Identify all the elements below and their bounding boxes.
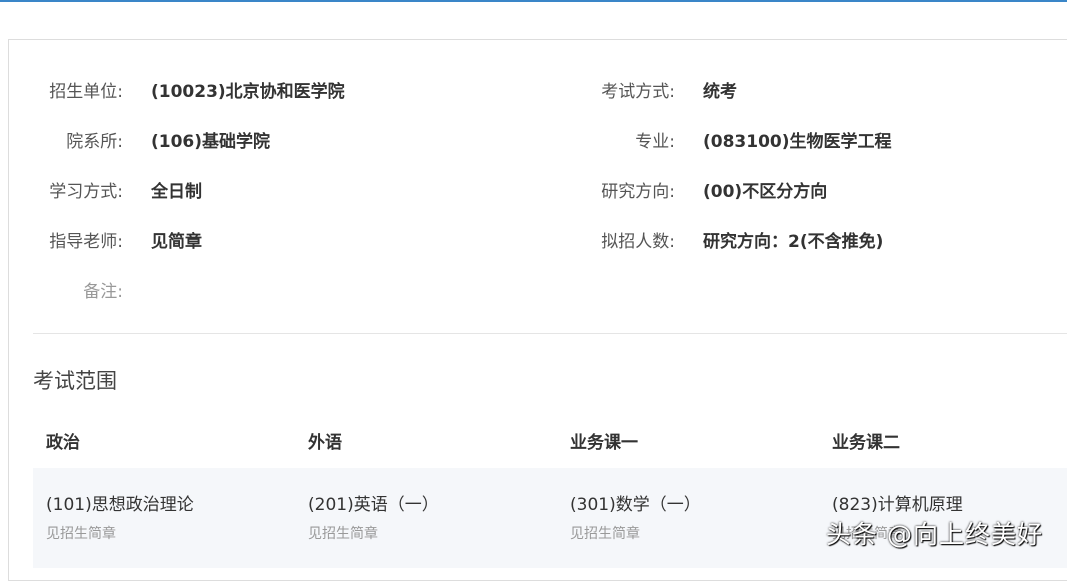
subject-note: 见招生简章 [308,526,378,542]
subject-note: 见招生简章 [46,526,116,542]
label: 招生单位: [49,82,123,102]
divider [33,333,1067,334]
value: (083100)生物医学工程 [703,132,892,152]
top-border [0,0,1067,2]
label: 备注: [83,282,123,302]
section-title: 考试范围 [33,369,117,393]
label: 研究方向: [601,182,675,202]
value: 见简章 [151,232,202,252]
value: (10023)北京协和医学院 [151,82,345,102]
value: 统考 [703,82,737,102]
subject-name: (823)计算机原理 [832,495,963,515]
column-header: 业务课二 [832,433,900,453]
label: 指导老师: [49,232,123,252]
value: 研究方向：2(不含推免) [703,232,884,252]
label: 院系所: [66,132,123,152]
label: 拟招人数: [601,232,675,252]
column-header: 业务课一 [570,433,638,453]
watermark: 头条 @向上终美好 [826,520,1043,549]
value: (106)基础学院 [151,132,271,152]
subject-note: 见招生简章 [570,526,640,542]
value: (00)不区分方向 [703,182,828,202]
subject-name: (201)英语（一） [308,495,439,515]
label: 学习方式: [49,182,123,202]
label: 考试方式: [601,82,675,102]
column-header: 外语 [308,433,342,453]
value: 全日制 [151,182,202,202]
subject-name: (101)思想政治理论 [46,495,194,515]
label: 专业: [635,132,675,152]
subject-name: (301)数学（一） [570,495,701,515]
column-header: 政治 [46,433,80,453]
